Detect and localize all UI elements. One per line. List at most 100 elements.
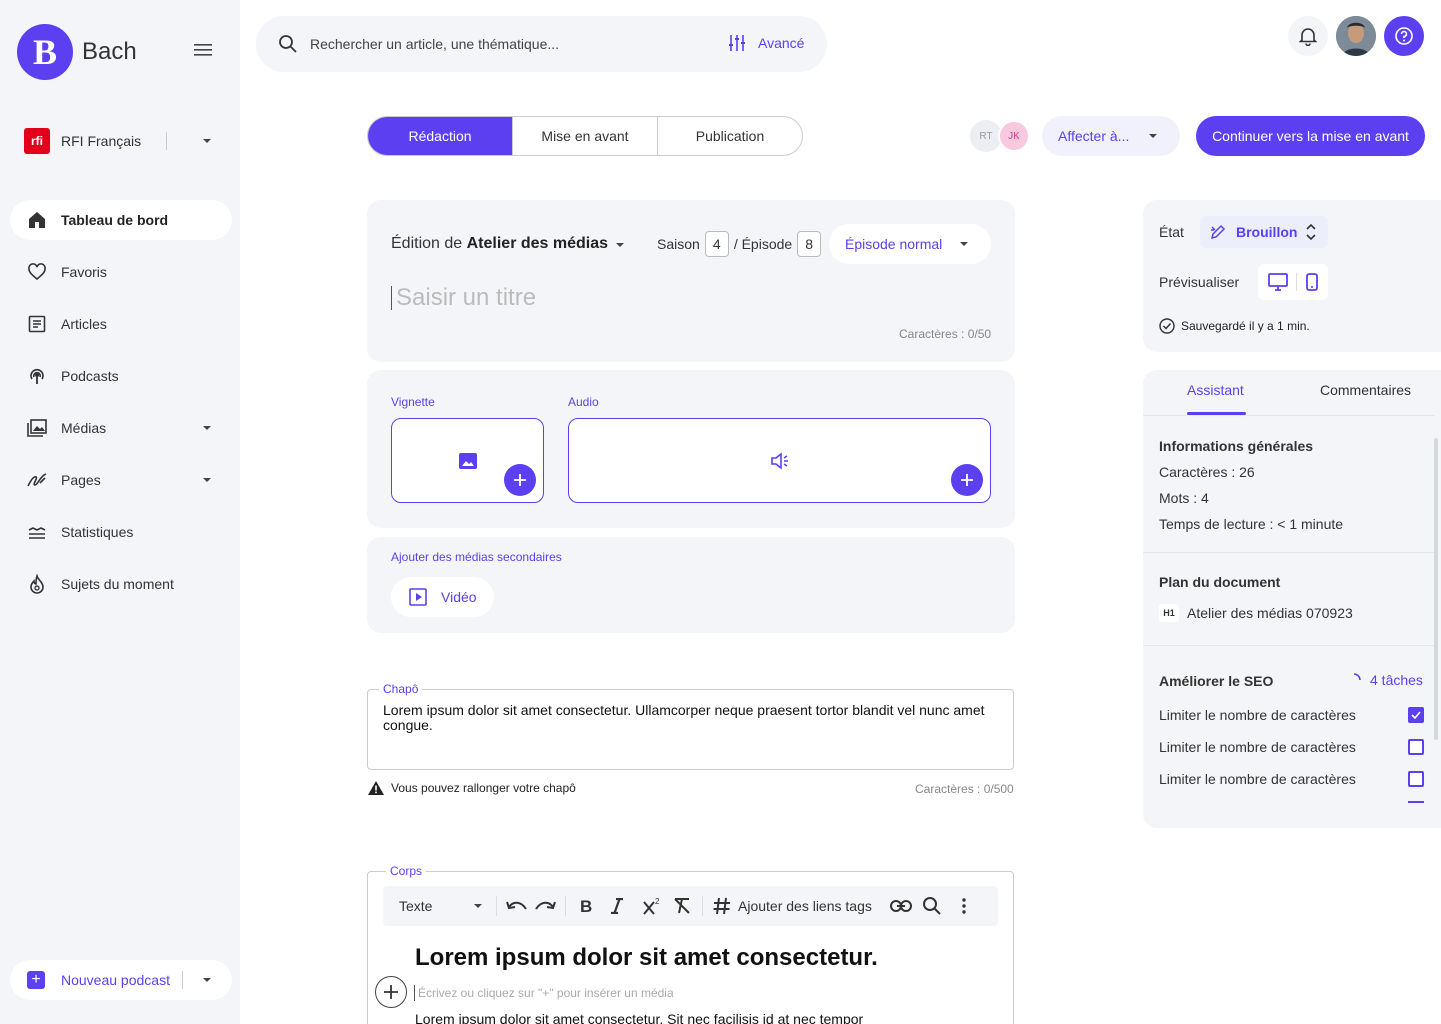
- link-icon[interactable]: [890, 886, 912, 926]
- search-bar[interactable]: Rechercher un article, une thématique...…: [256, 16, 827, 72]
- caret-down-icon[interactable]: [202, 425, 212, 431]
- seo-item-label: Limiter le nombre de caractères: [1159, 771, 1356, 787]
- sidebar-item-trending[interactable]: Sujets du moment: [10, 564, 232, 604]
- new-podcast-button[interactable]: + Nouveau podcast: [10, 960, 232, 1000]
- caret-down-icon: [959, 241, 969, 247]
- caret-down-icon[interactable]: [202, 138, 212, 144]
- body-paragraph[interactable]: Lorem ipsum dolor sit amet consectetur. …: [415, 1011, 863, 1024]
- insert-media-button[interactable]: [375, 976, 407, 1008]
- podcast-icon: [26, 365, 48, 387]
- sidebar-item-favorites[interactable]: Favoris: [10, 252, 232, 292]
- sidebar-item-articles[interactable]: Articles: [10, 304, 232, 344]
- sidebar-item-label: Sujets du moment: [61, 576, 174, 592]
- chapo-warning: Vous pouvez rallonger votre chapô: [367, 780, 576, 796]
- tab-assistant[interactable]: Assistant: [1187, 382, 1244, 398]
- sidebar-item-statistics[interactable]: Statistiques: [10, 512, 232, 552]
- format-dropdown[interactable]: Texte: [399, 886, 487, 926]
- sidebar-item-dashboard[interactable]: Tableau de bord: [10, 200, 232, 240]
- preview-label: Prévisualiser: [1159, 274, 1240, 290]
- tag-links-button[interactable]: Ajouter des liens tags: [712, 886, 872, 926]
- edition-selector[interactable]: Édition de Atelier des médias: [391, 235, 608, 253]
- warning-icon: [368, 781, 384, 795]
- sidebar-item-medias[interactable]: Médias: [10, 408, 232, 448]
- state-label: État: [1159, 224, 1184, 240]
- continue-button[interactable]: Continuer vers la mise en avant: [1196, 116, 1425, 156]
- episode-input[interactable]: 8: [797, 231, 822, 257]
- vignette-dropzone[interactable]: [391, 418, 544, 503]
- preview-separator: [1296, 273, 1298, 291]
- org-name: RFI Français: [61, 133, 142, 149]
- toolbar-separator: [702, 896, 703, 916]
- tab-comments[interactable]: Commentaires: [1320, 382, 1411, 398]
- check-circle-icon: [1159, 318, 1175, 334]
- org-selector[interactable]: rfi RFI Français: [24, 128, 214, 154]
- episode-type-dropdown[interactable]: Épisode normal: [829, 224, 991, 264]
- search-icon[interactable]: [922, 886, 942, 926]
- season-label: Saison: [657, 236, 700, 252]
- body-heading[interactable]: Lorem ipsum dolor sit amet consectetur.: [415, 944, 878, 972]
- chapo-warning-text: Vous pouvez rallonger votre chapô: [391, 781, 576, 795]
- assign-dropdown[interactable]: Affecter à...: [1042, 116, 1180, 156]
- tab-mise-en-avant[interactable]: Mise en avant: [513, 117, 658, 155]
- search-input[interactable]: Rechercher un article, une thématique...: [310, 36, 559, 52]
- sidebar-item-podcasts[interactable]: Podcasts: [10, 356, 232, 396]
- app-logo[interactable]: B: [17, 24, 73, 80]
- tab-publication[interactable]: Publication: [658, 117, 802, 155]
- plus-icon: [384, 985, 398, 999]
- body-placeholder[interactable]: Écrivez ou cliquez sur "+" pour insérer …: [414, 985, 674, 1001]
- user-photo-icon: [1336, 16, 1376, 56]
- seo-tasks-label: 4 tâches: [1370, 672, 1423, 688]
- audio-label: Audio: [568, 395, 599, 409]
- undo-icon[interactable]: [506, 886, 528, 926]
- tag-links-label: Ajouter des liens tags: [738, 898, 872, 914]
- progress-spinner-icon: [1353, 673, 1361, 681]
- format-label: Texte: [399, 898, 433, 914]
- add-audio-button[interactable]: [951, 464, 983, 496]
- edition-prefix: Édition de: [391, 235, 463, 252]
- seo-checkbox[interactable]: [1408, 739, 1424, 755]
- clear-format-icon[interactable]: [672, 886, 692, 926]
- seo-checkbox[interactable]: [1408, 771, 1424, 787]
- notifications-button[interactable]: [1288, 16, 1328, 56]
- superscript-icon[interactable]: 2: [642, 886, 662, 926]
- seo-checkbox[interactable]: [1408, 707, 1424, 723]
- speaker-icon: [770, 452, 790, 470]
- more-vertical-icon[interactable]: [962, 886, 966, 926]
- add-video-button[interactable]: Vidéo: [391, 577, 494, 617]
- italic-icon[interactable]: [610, 886, 624, 926]
- desktop-icon[interactable]: [1268, 273, 1289, 291]
- svg-text:B: B: [580, 898, 592, 914]
- redo-icon[interactable]: [534, 886, 556, 926]
- chapo-textarea[interactable]: Lorem ipsum dolor sit amet consectetur. …: [383, 703, 1003, 733]
- signature-icon: [26, 469, 48, 491]
- mobile-icon[interactable]: [1305, 273, 1318, 291]
- bold-icon[interactable]: B: [579, 886, 593, 926]
- advanced-search-button[interactable]: Avancé: [728, 34, 804, 52]
- home-icon: [26, 209, 48, 231]
- vignette-label: Vignette: [391, 395, 435, 409]
- help-button[interactable]: [1384, 16, 1424, 56]
- unfold-icon: [1306, 223, 1316, 241]
- sidebar-item-pages[interactable]: Pages: [10, 460, 232, 500]
- episode-label: / Épisode: [733, 236, 793, 252]
- hamburger-menu-icon[interactable]: [193, 42, 213, 58]
- user-avatar[interactable]: [1336, 16, 1376, 56]
- state-selector[interactable]: Brouillon: [1200, 216, 1328, 248]
- add-vignette-button[interactable]: [504, 464, 536, 496]
- filter-sliders-icon: [729, 35, 745, 51]
- audio-dropzone[interactable]: [568, 418, 991, 503]
- sidebar-item-label: Pages: [61, 472, 101, 488]
- caret-down-icon[interactable]: [202, 977, 212, 983]
- caret-down-icon[interactable]: [202, 477, 212, 483]
- caret-down-icon[interactable]: [615, 242, 625, 248]
- plan-item[interactable]: H1 Atelier des médias 070923: [1159, 604, 1353, 622]
- assignee-avatar[interactable]: JK: [998, 120, 1030, 152]
- season-input[interactable]: 4: [704, 231, 729, 257]
- title-input[interactable]: Saisir un titre: [391, 284, 536, 312]
- tab-redaction[interactable]: Rédaction: [368, 117, 513, 155]
- editor-toolbar: Texte B 2 Ajouter des liens tags: [383, 886, 998, 926]
- assistant-scrollbar[interactable]: [1434, 438, 1438, 740]
- draft-pen-icon: [1210, 224, 1226, 240]
- seo-tasks-counter[interactable]: 4 tâches: [1346, 672, 1423, 688]
- secondary-media-label: Ajouter des médias secondaires: [391, 550, 562, 564]
